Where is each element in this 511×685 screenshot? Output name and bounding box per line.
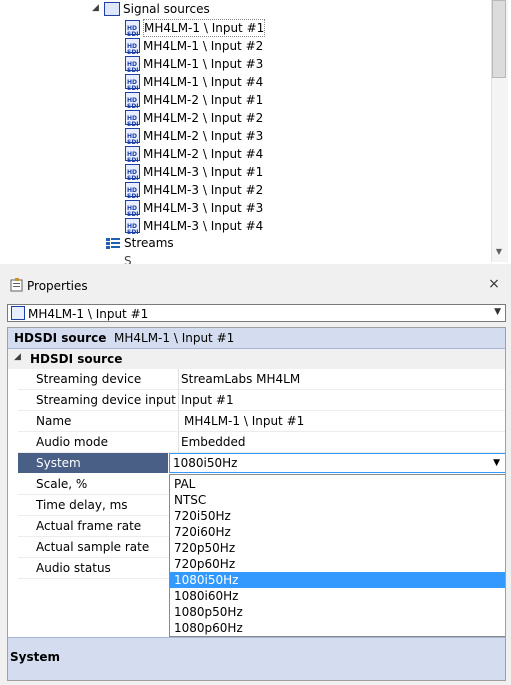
property-name-system[interactable]: System <box>36 453 81 473</box>
hd-sdi-icon <box>125 92 140 116</box>
property-value[interactable]: Embedded <box>181 432 246 452</box>
object-selector[interactable]: MH4LM-1 \ Input #1 ▼ <box>7 304 506 322</box>
expand-triangle-icon[interactable]: ◢ <box>14 352 21 362</box>
system-option[interactable]: NTSC <box>170 492 505 508</box>
tree-item-label: MH4LM-1 \ Input #2 <box>143 39 264 53</box>
properties-title: Properties <box>27 279 88 293</box>
tree-item-label: MH4LM-2 \ Input #3 <box>143 129 264 143</box>
property-name: Actual sample rate <box>36 540 150 554</box>
property-name: Name <box>36 414 72 428</box>
tree-item-streams[interactable]: Streams <box>124 236 174 250</box>
tree-item-label: MH4LM-3 \ Input #3 <box>143 201 264 215</box>
tree-item-label: MH4LM-1 \ Input #4 <box>143 75 264 89</box>
description-title: System <box>10 650 60 664</box>
tree-scrollbar-thumb[interactable] <box>492 0 506 78</box>
properties-header: Properties <box>0 275 511 297</box>
column-divider[interactable] <box>178 411 179 432</box>
hd-sdi-icon <box>125 146 140 170</box>
tree-item-label: MH4LM-3 \ Input #2 <box>143 183 264 197</box>
tree-pane[interactable]: ◢ Signal sources MH4LM-1 \ Input #1 MH4LM… <box>0 0 511 265</box>
system-option[interactable]: 720p60Hz <box>170 556 505 572</box>
tree-item-label: MH4LM-3 \ Input #4 <box>143 219 264 233</box>
category-label: HDSDI source <box>30 352 123 366</box>
chevron-down-icon[interactable]: ▼ <box>494 307 501 317</box>
property-name: Scale, % <box>36 477 88 491</box>
chevron-down-icon[interactable]: ▼ <box>493 458 500 468</box>
property-row[interactable]: Name MH4LM-1 \ Input #1 <box>18 411 505 432</box>
description-pane: System <box>8 637 505 680</box>
property-value[interactable]: Input #1 <box>181 390 234 410</box>
hd-sdi-icon <box>125 182 140 206</box>
system-dropdown-value: 1080i50Hz <box>173 456 238 470</box>
category-row[interactable]: ◢ HDSDI source <box>8 349 505 369</box>
tree-item-label: MH4LM-2 \ Input #4 <box>143 147 264 161</box>
property-row[interactable]: Streaming device StreamLabs MH4LM <box>18 369 505 390</box>
system-options-list[interactable]: PAL NTSC 720i50Hz 720i60Hz 720p50Hz 720p60Hz 1… <box>169 474 505 637</box>
property-name: Streaming device input <box>36 393 176 407</box>
system-option[interactable]: 1080i50Hz <box>170 572 505 588</box>
hd-sdi-icon <box>125 218 140 242</box>
property-value[interactable]: StreamLabs MH4LM <box>181 369 300 389</box>
hd-sdi-icon <box>125 164 140 188</box>
hd-sdi-icon <box>125 38 140 62</box>
system-option[interactable]: 720i60Hz <box>170 524 505 540</box>
grid-title-bar: HDSDI source MH4LM-1 \ Input #1 <box>8 328 505 349</box>
splitter[interactable] <box>0 264 511 270</box>
property-name: Audio status <box>36 561 111 575</box>
tree-item-label: MH4LM-2 \ Input #1 <box>143 93 264 107</box>
property-name: Time delay, ms <box>36 498 128 512</box>
hd-sdi-icon <box>11 306 25 320</box>
column-divider[interactable] <box>178 369 179 390</box>
tree-item-label: MH4LM-1 \ Input #1 <box>143 19 266 37</box>
close-icon[interactable]: × <box>487 277 501 291</box>
tree-item-label: MH4LM-1 \ Input #3 <box>143 57 264 71</box>
property-name: Audio mode <box>36 435 108 449</box>
property-row[interactable]: Streaming device input Input #1 <box>18 390 505 411</box>
streams-icon <box>106 237 120 249</box>
system-option[interactable]: PAL <box>170 476 505 492</box>
property-name: Actual frame rate <box>36 519 142 533</box>
system-option[interactable]: 1080p60Hz <box>170 620 505 636</box>
signal-sources-icon <box>104 2 120 16</box>
hd-sdi-icon <box>125 128 140 152</box>
tree-item-label: MH4LM-2 \ Input #2 <box>143 111 264 125</box>
system-option[interactable]: 720p50Hz <box>170 540 505 556</box>
collapse-arrow-icon[interactable]: ◢ <box>92 3 99 13</box>
property-grid: HDSDI source MH4LM-1 \ Input #1 ◢ HDSDI … <box>7 327 506 681</box>
property-name: Streaming device <box>36 372 142 386</box>
hd-sdi-icon <box>125 56 140 80</box>
properties-icon <box>10 278 24 292</box>
grid-title-name: MH4LM-1 \ Input #1 <box>114 331 235 345</box>
property-row[interactable]: Audio mode Embedded <box>18 432 505 453</box>
tree-item-label: MH4LM-3 \ Input #1 <box>143 165 264 179</box>
column-divider[interactable] <box>178 390 179 411</box>
grid-title: HDSDI source MH4LM-1 \ Input #1 <box>14 331 234 345</box>
tree-group-label[interactable]: Signal sources <box>123 2 210 16</box>
scroll-down-icon[interactable]: ▼ <box>492 246 506 258</box>
hd-sdi-icon <box>125 110 140 134</box>
property-value[interactable]: MH4LM-1 \ Input #1 <box>184 411 304 431</box>
hd-sdi-icon <box>125 74 140 98</box>
object-selector-label: MH4LM-1 \ Input #1 <box>28 307 149 321</box>
grid-title-type: HDSDI source <box>14 331 107 345</box>
column-divider[interactable] <box>178 432 179 453</box>
system-option[interactable]: 720i50Hz <box>170 508 505 524</box>
system-option[interactable]: 1080i60Hz <box>170 588 505 604</box>
system-dropdown[interactable]: 1080i50Hz ▼ <box>169 453 505 473</box>
hd-sdi-icon <box>125 200 140 224</box>
hd-sdi-icon <box>125 20 140 44</box>
system-option[interactable]: 1080p50Hz <box>170 604 505 620</box>
